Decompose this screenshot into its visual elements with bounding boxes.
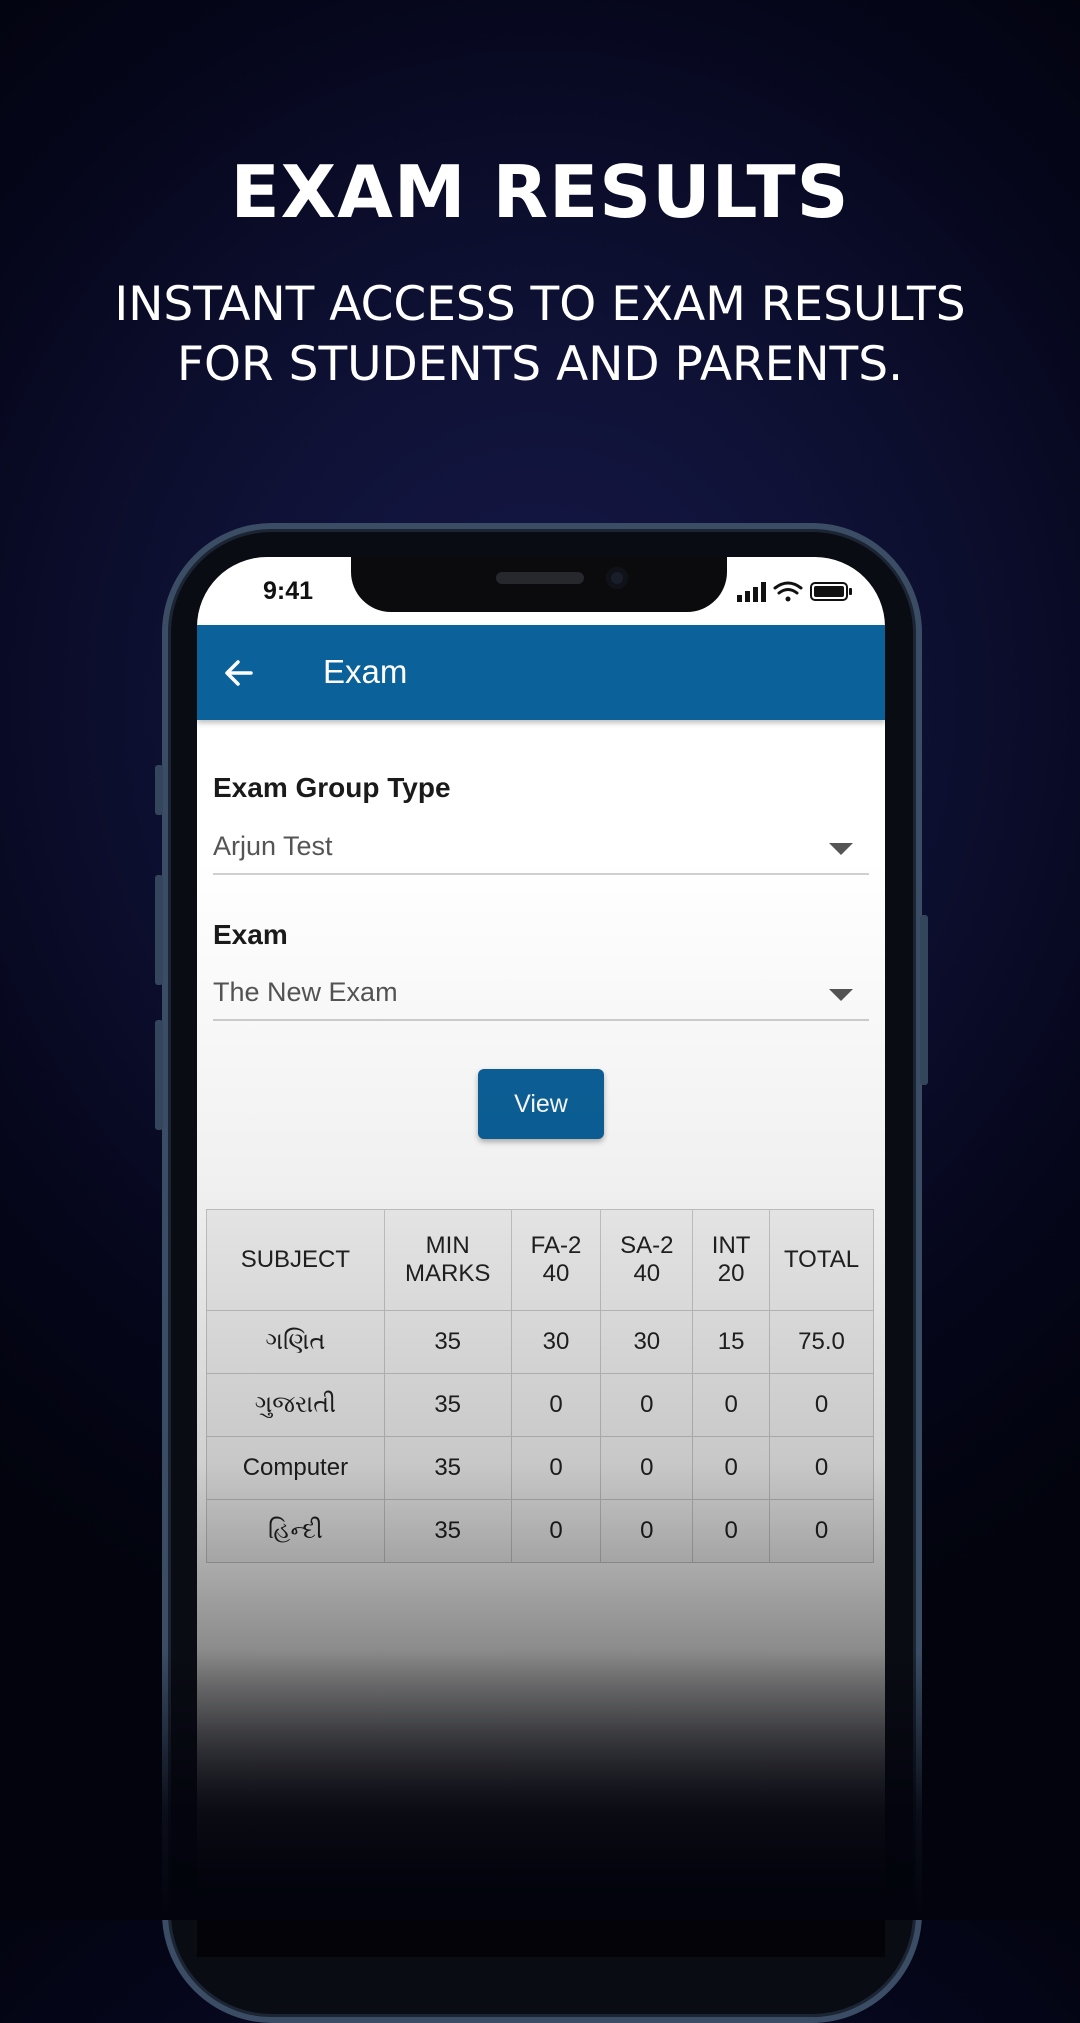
table-header-row: SUBJECT MIN MARKS FA-2 40 SA-2 40 INT 20 TOT…: [206, 1209, 874, 1311]
app-bar: Exam: [197, 625, 885, 720]
table-cell: Computer: [206, 1436, 385, 1500]
chevron-down-icon: [829, 843, 853, 855]
table-cell: ગુજરાતી: [206, 1373, 385, 1437]
status-icons: [737, 581, 852, 602]
exam-label: Exam: [213, 919, 288, 950]
table-cell: 30: [510, 1310, 602, 1374]
battery-icon: [810, 582, 852, 601]
table-cell: હિન્દી: [206, 1499, 385, 1563]
results-table: SUBJECT MIN MARKS FA-2 40 SA-2 40 INT 20 TOT…: [206, 1209, 874, 1563]
table-cell: 0: [769, 1499, 874, 1563]
table-cell: 15: [692, 1310, 771, 1374]
table-cell: 75.0: [769, 1310, 874, 1374]
exam-value: The New Exam: [213, 977, 398, 1007]
bottom-fade-overlay: [0, 1650, 1080, 1920]
header-min-marks: MIN MARKS: [383, 1209, 512, 1311]
exam-group-type-select[interactable]: Arjun Test: [213, 829, 869, 875]
signal-icon: [737, 582, 766, 602]
table-cell: 0: [510, 1373, 602, 1437]
exam-select[interactable]: The New Exam: [213, 975, 869, 1021]
table-cell: 0: [692, 1373, 771, 1437]
table-cell: 0: [600, 1373, 694, 1437]
table-row: Computer 35 0 0 0 0: [206, 1436, 874, 1500]
table-cell: 30: [600, 1310, 694, 1374]
table-cell: 0: [692, 1436, 771, 1500]
table-cell: 35: [383, 1310, 512, 1374]
table-cell: 0: [769, 1436, 874, 1500]
phone-volume-down-button: [155, 1020, 163, 1130]
promo-subline-line-2: FOR STUDENTS AND PARENTS.: [176, 337, 904, 392]
speaker-grille: [496, 572, 584, 584]
table-cell: 35: [383, 1499, 512, 1563]
chevron-down-icon: [829, 989, 853, 1001]
header-int: INT 20: [692, 1209, 771, 1311]
promo-headline: EXAM RESULTS: [230, 150, 850, 234]
header-subject: SUBJECT: [206, 1209, 385, 1311]
view-button[interactable]: View: [478, 1069, 604, 1139]
status-time: 9:41: [263, 577, 314, 605]
header-sa-2: SA-2 40: [600, 1209, 694, 1311]
table-cell: 0: [510, 1436, 602, 1500]
table-cell: 0: [600, 1499, 694, 1563]
phone-volume-up-button: [155, 875, 163, 985]
table-cell: 0: [600, 1436, 694, 1500]
page-title: Exam: [323, 653, 408, 690]
table-cell: 35: [383, 1373, 512, 1437]
exam-group-type-value: Arjun Test: [213, 831, 333, 861]
exam-group-type-label: Exam Group Type: [213, 772, 451, 803]
table-row: હિન્દી 35 0 0 0 0: [206, 1499, 874, 1563]
phone-power-button: [920, 915, 928, 1085]
header-fa-2: FA-2 40: [510, 1209, 602, 1311]
table-cell: 0: [692, 1499, 771, 1563]
wifi-icon: [773, 581, 803, 602]
table-row: ગુજરાતી 35 0 0 0 0: [206, 1373, 874, 1437]
table-cell: 35: [383, 1436, 512, 1500]
promo-subline-line-1: INSTANT ACCESS TO EXAM RESULTS: [114, 277, 966, 332]
table-cell: ગણિત: [206, 1310, 385, 1374]
phone-mute-switch: [155, 765, 163, 815]
table-cell: 0: [510, 1499, 602, 1563]
arrow-left-icon[interactable]: [221, 655, 257, 691]
promo-subline: INSTANT ACCESS TO EXAM RESULTS FOR STUDE…: [40, 275, 1040, 395]
header-total: TOTAL: [769, 1209, 874, 1311]
table-row: ગણિત 35 30 30 15 75.0: [206, 1310, 874, 1374]
table-cell: 0: [769, 1373, 874, 1437]
phone-notch: [351, 557, 727, 612]
front-camera: [606, 567, 628, 589]
